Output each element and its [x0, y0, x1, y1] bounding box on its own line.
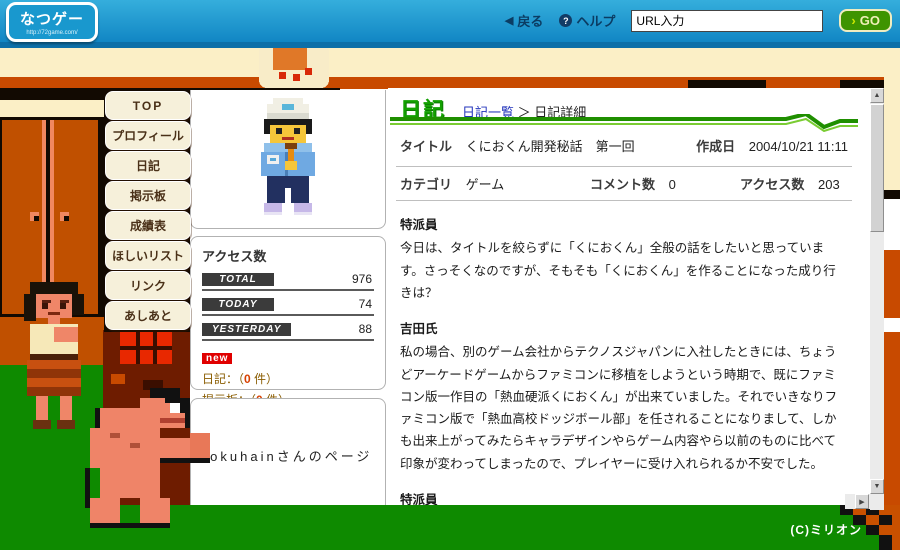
new-item-label: 日記：（: [202, 372, 245, 386]
created-value: 2004/10/21 11:11: [748, 139, 848, 154]
sidebar-item-label: プロフィール: [112, 129, 184, 143]
diary-body: 特派員 今日は、タイトルを絞らずに「くにおくん」全般の話をしたいと思っています。…: [400, 212, 844, 505]
bg-cream-band: [0, 48, 900, 77]
stat-badge: YESTERDAY: [202, 322, 292, 336]
scroll-up-button[interactable]: ▲: [870, 88, 884, 103]
go-button[interactable]: › GO: [839, 9, 892, 32]
page: なつゲー http://72game.com/ ◀ 戻る ? ヘルプ › GO …: [0, 0, 900, 550]
new-diary-count[interactable]: 日記：（0 件）: [202, 370, 374, 387]
speech-paragraph: 私の場合、別のゲーム会社からテクノスジャパンに入社したときには、ちょうどアーケー…: [400, 345, 838, 471]
speaker-name: 吉田氏: [400, 322, 438, 336]
category-label: カテゴリ: [400, 177, 453, 192]
stat-row-total: TOTAL 976: [202, 272, 374, 291]
access-stats-card: アクセス数 TOTAL 976 TODAY 74 YESTERDAY 88 ne…: [190, 236, 386, 407]
stat-value: 74: [358, 297, 372, 311]
sidebar-item-label: TOP: [132, 98, 164, 113]
scroll-right-button[interactable]: ▶: [855, 494, 869, 509]
diary-title-row: タイトル くにおくん開発秘話 第一回 作成日 2004/10/21 11:11: [400, 136, 848, 155]
stat-badge: TODAY: [202, 297, 274, 311]
comments-label: コメント数: [590, 177, 656, 192]
diary-panel: 日記 日記一覧 ＞ 日記詳細 タイトル くにおくん開発秘話 第一回 作成日 20…: [388, 88, 870, 505]
new-item-count: 0: [244, 372, 251, 386]
sidebar-item-label: あしあと: [123, 309, 172, 323]
door-handle: [30, 212, 39, 221]
diary-meta-row: カテゴリ ゲーム コメント数 0 アクセス数 203: [400, 174, 848, 193]
scroll-down-button[interactable]: ▼: [870, 479, 884, 494]
back-arrow-icon: ◀: [504, 15, 514, 27]
sidebar-item-label: ほしいリスト: [111, 249, 184, 263]
help-label: ヘルプ: [576, 14, 616, 29]
sidebar-item-diary[interactable]: 日記: [105, 151, 191, 180]
new-item-suffix: 件）: [250, 372, 279, 386]
bg-right-edge: [884, 48, 900, 190]
scroll-right-icon: ▶: [859, 498, 865, 506]
go-arrow-icon: ›: [851, 13, 856, 28]
scroll-down-icon: ▼: [873, 483, 881, 490]
sidebar-item-grades[interactable]: 成績表: [105, 211, 191, 240]
site-logo-url: http://72game.com/: [26, 30, 78, 36]
sidebar-item-label: 成績表: [129, 219, 166, 233]
sidebar-item-label: 掲示板: [129, 189, 166, 203]
section-divider-zigzag: [390, 114, 858, 132]
bg-right-edge: [884, 250, 900, 508]
speaker-name: 特派員: [400, 492, 438, 505]
avatar-card: [190, 90, 386, 229]
access-stats-title: アクセス数: [202, 249, 267, 264]
back-button[interactable]: ◀ 戻る: [505, 11, 543, 30]
url-input[interactable]: [631, 9, 824, 32]
sidebar-item-wishlist[interactable]: ほしいリスト: [105, 241, 191, 270]
pixel-art-corner-checker: [840, 505, 900, 550]
bg-right-edge: [884, 318, 900, 332]
stat-badge: TOTAL: [202, 272, 274, 286]
stat-value: 88: [358, 322, 372, 336]
door-handle: [60, 212, 69, 221]
pixel-art-lantern: [259, 42, 329, 88]
sidebar-item-link[interactable]: リンク: [105, 271, 191, 300]
site-logo-title: なつゲー: [19, 11, 84, 28]
title-label: タイトル: [400, 139, 453, 154]
scrollbar-corner: [870, 494, 884, 510]
bg-right-edge: [884, 190, 900, 250]
go-label: GO: [859, 13, 880, 28]
top-header-bar: なつゲー http://72game.com/ ◀ 戻る ? ヘルプ › GO: [0, 0, 900, 48]
sidebar-item-label: 日記: [135, 159, 160, 173]
category-value: ゲーム: [465, 177, 505, 192]
diary-title-value: くにおくん開発秘話 第一回: [465, 139, 635, 154]
help-icon: ?: [559, 14, 573, 27]
scrollbar-thumb[interactable]: [870, 104, 884, 232]
sidebar-item-label: リンク: [129, 279, 166, 293]
speech-paragraph: 今日は、タイトルを絞らずに「くにおくん」全般の話をしたいと思っています。さっそく…: [400, 241, 836, 300]
stat-row-yesterday: YESTERDAY 88: [202, 322, 374, 341]
divider: [396, 166, 852, 167]
sidebar-item-top[interactable]: TOP: [105, 91, 191, 120]
bg-right-edge: [884, 190, 900, 199]
created-label: 作成日: [696, 139, 736, 154]
scroll-up-icon: ▲: [873, 92, 881, 99]
access-value: 203: [817, 177, 840, 192]
owner-page-card: tokuhainさんのページ: [190, 398, 386, 512]
pixel-art-fighter: [85, 388, 210, 528]
back-label: 戻る: [517, 14, 544, 29]
sidebar-item-footprints[interactable]: あしあと: [105, 301, 191, 330]
help-button[interactable]: ? ヘルプ: [559, 11, 615, 30]
sidebar-item-profile[interactable]: プロフィール: [105, 121, 191, 150]
speaker-name: 特派員: [400, 218, 438, 232]
new-badge: new: [202, 353, 233, 364]
top-navigation: ◀ 戻る ? ヘルプ › GO: [505, 9, 892, 32]
stat-value: 976: [351, 272, 372, 286]
sidebar-item-board[interactable]: 掲示板: [105, 181, 191, 210]
site-logo[interactable]: なつゲー http://72game.com/: [6, 2, 98, 42]
access-label: アクセス数: [740, 177, 805, 192]
stat-row-today: TODAY 74: [202, 297, 374, 316]
pixel-art-reporter-avatar: [261, 98, 315, 215]
divider: [396, 200, 852, 201]
comments-value: 0: [668, 177, 676, 192]
owner-page-title: tokuhainさんのページ: [203, 448, 373, 464]
